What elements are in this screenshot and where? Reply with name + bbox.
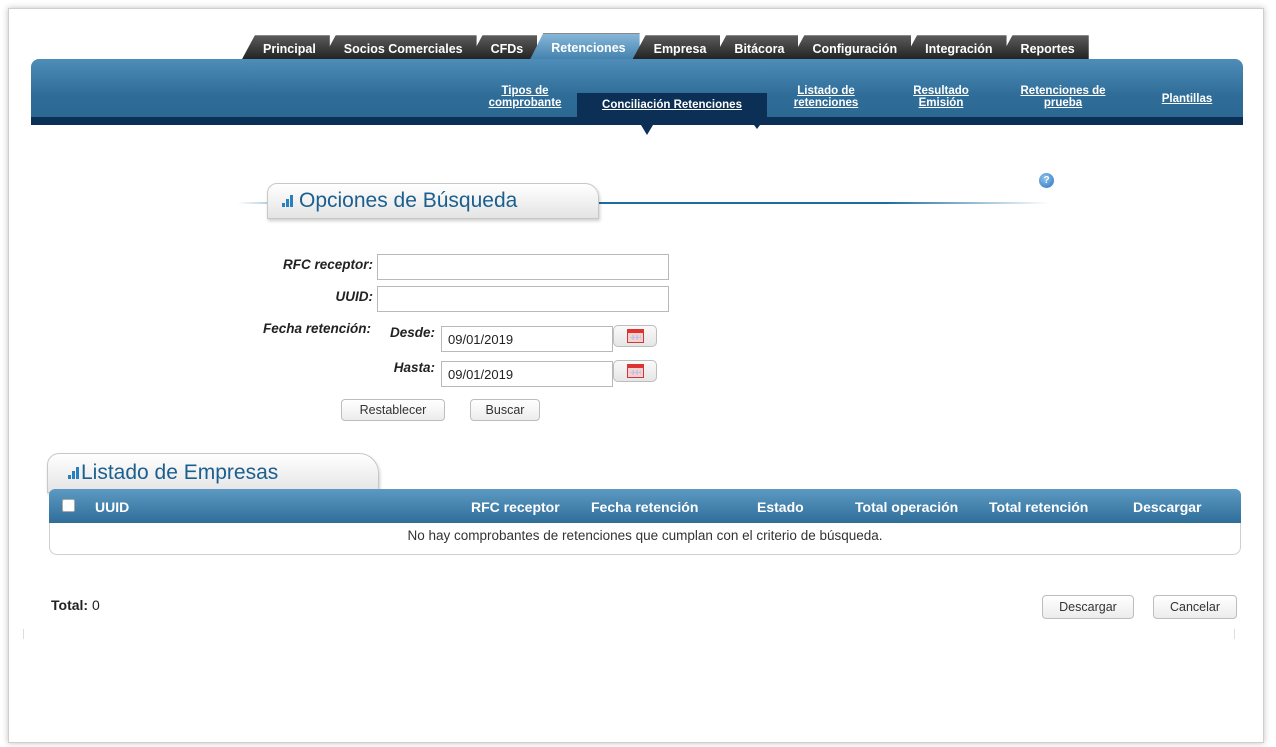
results-table-header: UUID RFC receptor Fecha retención Estado…	[49, 489, 1241, 523]
calendar-icon	[626, 329, 644, 343]
hasta-calendar-button[interactable]	[613, 360, 657, 382]
subnav-resultado-emision[interactable]: Resultado Emisión	[901, 85, 981, 109]
tab-configuracion[interactable]: Configuración	[790, 35, 912, 61]
hasta-label: Hasta:	[393, 360, 435, 375]
tab-bitacora[interactable]: Bitácora	[712, 35, 799, 61]
select-all-checkbox[interactable]	[62, 499, 75, 512]
tab-socios-comerciales[interactable]: Socios Comerciales	[321, 35, 477, 61]
tab-retenciones[interactable]: Retenciones	[529, 33, 640, 61]
active-indicator-arrow	[641, 125, 653, 135]
subnav-retenciones-de-prueba[interactable]: Retenciones de prueba	[1003, 85, 1123, 109]
bars-icon	[282, 195, 293, 207]
search-section-title: Opciones de Búsqueda	[299, 189, 518, 212]
tab-principal[interactable]: Principal	[241, 35, 330, 61]
total-count: Total: 0	[51, 597, 100, 613]
column-descargar[interactable]: Descargar	[1133, 499, 1202, 515]
desde-label: Desde:	[389, 325, 435, 340]
calendar-icon	[626, 364, 644, 378]
column-uuid[interactable]: UUID	[95, 499, 129, 515]
column-fecha-retencion[interactable]: Fecha retención	[591, 499, 698, 515]
results-empty-row: No hay comprobantes de retenciones que c…	[49, 523, 1241, 555]
cancelar-button[interactable]: Cancelar	[1153, 595, 1237, 619]
empty-message: No hay comprobantes de retenciones que c…	[407, 528, 883, 543]
column-total-operacion[interactable]: Total operación	[855, 499, 958, 515]
app-window: Principal Socios Comerciales CFDs Retenc…	[8, 8, 1264, 743]
subnav-tipos-de-comprobante[interactable]: Tipos de comprobante	[477, 85, 573, 109]
active-indicator-arrow-right	[751, 121, 763, 129]
main-tabs: Principal Socios Comerciales CFDs Retenc…	[241, 31, 1089, 61]
descargar-button[interactable]: Descargar	[1042, 595, 1134, 619]
tab-cfds[interactable]: CFDs	[468, 35, 538, 61]
uuid-input[interactable]	[377, 286, 669, 312]
tab-empresa[interactable]: Empresa	[631, 35, 721, 61]
subnav-plantillas[interactable]: Plantillas	[1147, 93, 1227, 105]
help-icon[interactable]: ?	[1039, 173, 1054, 188]
subnav-conciliacion-retenciones[interactable]: Conciliación Retenciones	[577, 93, 767, 125]
list-section-title: Listado de Empresas	[81, 461, 279, 484]
rfc-receptor-input[interactable]	[377, 254, 669, 280]
column-estado[interactable]: Estado	[757, 499, 804, 515]
search-section-header: Opciones de Búsqueda	[267, 183, 599, 219]
hasta-date-input[interactable]	[441, 361, 613, 387]
tab-reportes[interactable]: Reportes	[998, 35, 1089, 61]
column-rfc-receptor[interactable]: RFC receptor	[471, 499, 560, 515]
buscar-button[interactable]: Buscar	[470, 399, 540, 421]
rfc-receptor-label: RFC receptor:	[282, 257, 373, 272]
total-label: Total:	[51, 597, 89, 613]
uuid-label: UUID:	[335, 289, 374, 304]
total-value: 0	[91, 597, 100, 613]
fecha-retencion-label: Fecha retención:	[262, 321, 371, 336]
restablecer-button[interactable]: Restablecer	[341, 399, 445, 421]
column-total-retencion[interactable]: Total retención	[989, 499, 1088, 515]
tab-integracion[interactable]: Integración	[903, 35, 1007, 61]
list-section-header: Listado de Empresas	[47, 453, 379, 493]
bars-icon	[68, 467, 79, 479]
desde-date-input[interactable]	[441, 326, 613, 352]
subnav-listado-de-retenciones[interactable]: Listado de retenciones	[781, 85, 871, 109]
desde-calendar-button[interactable]	[613, 325, 657, 347]
content-bottom-edge	[23, 629, 1235, 639]
